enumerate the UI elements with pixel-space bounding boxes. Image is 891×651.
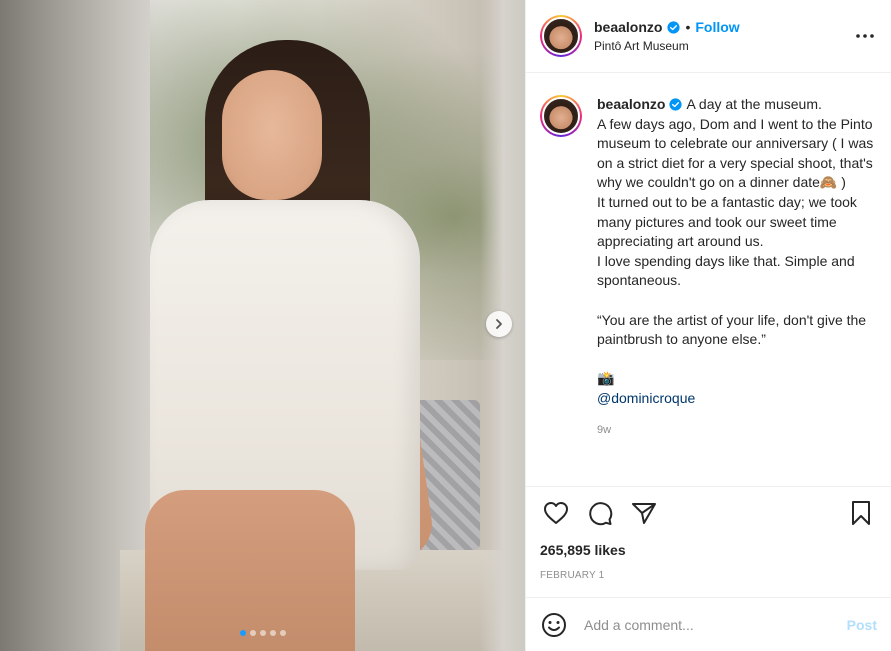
comments-section: beaalonzo A day at the museum. A few days…: [526, 73, 891, 486]
carousel-indicator: [0, 630, 525, 636]
follow-button[interactable]: Follow: [695, 19, 739, 35]
like-button[interactable]: [540, 497, 572, 529]
carousel-dot: [269, 630, 276, 636]
location-link[interactable]: Pintô Art Museum: [594, 39, 853, 53]
bookmark-icon: [852, 501, 870, 525]
save-button[interactable]: [845, 497, 877, 529]
caption-username[interactable]: beaalonzo: [597, 96, 665, 112]
post-date: FEBRUARY 1: [540, 570, 605, 581]
carousel-dot: [249, 630, 256, 636]
author-username[interactable]: beaalonzo: [594, 19, 662, 35]
post-header: beaalonzo • Follow Pintô Art Museum: [526, 0, 891, 73]
share-icon: [632, 503, 656, 524]
post-time[interactable]: 9w: [597, 421, 877, 441]
chevron-right-icon: [496, 319, 502, 329]
verified-icon: [669, 98, 683, 111]
caption-line: 📸: [597, 370, 615, 387]
comment-input[interactable]: [584, 616, 847, 633]
post-modal: beaalonzo • Follow Pintô Art Museum beaa…: [0, 0, 891, 651]
post-photo[interactable]: [0, 0, 525, 651]
caption-line: I love spending days like that. Simple a…: [597, 252, 855, 289]
share-button[interactable]: [628, 497, 660, 529]
emoji-button[interactable]: [540, 611, 568, 639]
verified-icon: [667, 20, 681, 34]
separator-bullet: •: [685, 19, 691, 35]
avatar[interactable]: [540, 15, 582, 57]
caption-text: beaalonzo A day at the museum. A few days…: [597, 95, 877, 440]
action-bar: 265,895 likes FEBRUARY 1: [526, 486, 891, 597]
more-options-button[interactable]: [853, 24, 877, 48]
comment-button[interactable]: [584, 497, 616, 529]
caption-line: A day at the museum.: [686, 96, 822, 112]
comment-icon: [589, 502, 613, 526]
caption-line: [597, 350, 877, 370]
caption-avatar[interactable]: [540, 95, 582, 137]
post-sidebar: beaalonzo • Follow Pintô Art Museum beaa…: [525, 0, 891, 651]
caption-line: “You are the artist of your life, don't …: [597, 311, 867, 348]
carousel-dot: [279, 630, 286, 636]
carousel-next-button[interactable]: [486, 311, 512, 337]
comment-form: Post: [526, 597, 891, 651]
caption-line: It turned out to be a fantastic day; we …: [597, 193, 857, 250]
post-comment-button[interactable]: Post: [847, 617, 877, 633]
emoji-icon: [542, 612, 566, 637]
carousel-dot: [259, 630, 266, 636]
likes-count[interactable]: 265,895 likes: [540, 542, 877, 558]
caption-line: A few days ago, Dom and I went to the Pi…: [597, 115, 874, 191]
heart-icon: [544, 502, 568, 524]
caption-line: [597, 291, 877, 311]
caption: beaalonzo A day at the museum. A few days…: [540, 95, 877, 440]
more-options-icon: [856, 34, 874, 38]
mention-link[interactable]: @dominicroque: [597, 389, 877, 409]
carousel-dot: [239, 630, 246, 636]
